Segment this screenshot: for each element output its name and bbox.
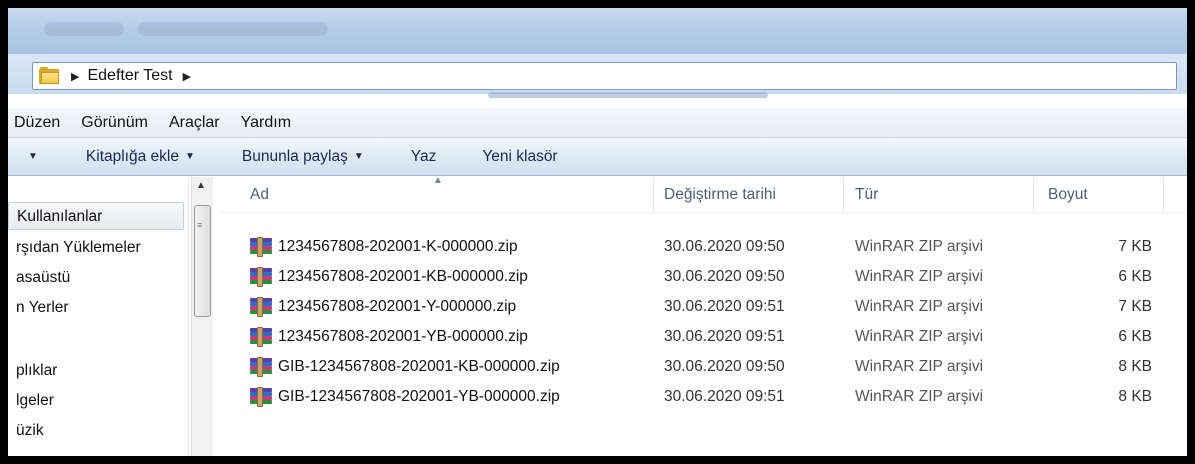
- nav-item-recent[interactable]: n Yerler: [16, 299, 69, 317]
- file-row[interactable]: 1234567808-202001-Y-000000.zip 30.06.202…: [218, 292, 1187, 322]
- file-size: 6 KB: [1118, 268, 1152, 285]
- chevron-down-icon: ▼: [184, 151, 195, 162]
- navigation-pane: Kullanılanlar rşıdan Yüklemeler asaüstü …: [8, 177, 189, 456]
- file-size: 6 KB: [1118, 328, 1152, 345]
- column-name[interactable]: Ad: [218, 177, 654, 213]
- file-size: 8 KB: [1118, 358, 1152, 375]
- menu-bar: Düzen Görünüm Araçlar Yardım: [8, 108, 1187, 138]
- file-size: 7 KB: [1118, 298, 1152, 315]
- column-size[interactable]: Boyut: [1034, 177, 1164, 213]
- file-date: 30.06.2020 09:51: [664, 298, 785, 315]
- address-box[interactable]: ▶ Edefter Test ▶: [32, 62, 1177, 90]
- nav-item-documents[interactable]: lgeler: [16, 392, 54, 410]
- share-with-label: Bununla paylaş: [241, 147, 348, 165]
- file-size: 7 KB: [1118, 238, 1152, 255]
- nav-item-desktop[interactable]: asaüstü: [16, 269, 70, 287]
- file-type: WinRAR ZIP arşivi: [855, 298, 984, 315]
- file-type: WinRAR ZIP arşivi: [855, 268, 984, 285]
- file-date: 30.06.2020 09:51: [664, 388, 785, 405]
- column-header-row: ▲ Ad Değiştirme tarihi Tür Boyut: [218, 175, 1187, 213]
- menu-help[interactable]: Yardım: [241, 114, 291, 132]
- chevron-down-icon: ▼: [28, 151, 38, 162]
- column-type[interactable]: Tür: [844, 177, 1034, 213]
- scrollbar-grip-icon: ≡: [197, 220, 203, 230]
- explorer-window: ▶ Edefter Test ▶ Düzen Görünüm Araçlar Y…: [6, 6, 1189, 458]
- winrar-archive-icon: [250, 237, 272, 257]
- file-date: 30.06.2020 09:50: [664, 268, 785, 285]
- nav-item-downloads[interactable]: rşıdan Yüklemeler: [16, 239, 141, 257]
- file-name: 1234567808-202001-YB-000000.zip: [278, 328, 528, 345]
- share-with-button[interactable]: Bununla paylaş ▼: [242, 148, 364, 166]
- organize-dropdown[interactable]: ▼: [22, 151, 38, 162]
- winrar-archive-icon: [250, 387, 272, 407]
- file-list: ▲ Ad Değiştirme tarihi Tür Boyut 1234567…: [218, 175, 1187, 456]
- breadcrumb-chevron-icon[interactable]: ▶: [183, 70, 191, 83]
- add-to-library-label: Kitaplığa ekle: [85, 147, 179, 165]
- scroll-up-arrow-icon[interactable]: ▲: [196, 180, 206, 191]
- file-name: GIB-1234567808-202001-YB-000000.zip: [278, 388, 560, 405]
- menu-edit[interactable]: Düzen: [14, 114, 60, 132]
- file-type: WinRAR ZIP arşivi: [855, 358, 984, 375]
- breadcrumb-edefter-test[interactable]: Edefter Test: [87, 67, 172, 85]
- file-date: 30.06.2020 09:50: [664, 358, 785, 375]
- winrar-archive-icon: [250, 297, 272, 317]
- winrar-archive-icon: [250, 327, 272, 347]
- address-bar: ▶ Edefter Test ▶: [8, 54, 1187, 98]
- file-row[interactable]: 1234567808-202001-YB-000000.zip 30.06.20…: [218, 322, 1187, 352]
- chevron-down-icon: ▼: [353, 151, 364, 162]
- nav-scrollbar[interactable]: ▲ ≡: [191, 177, 213, 456]
- file-row[interactable]: GIB-1234567808-202001-YB-000000.zip 30.0…: [218, 382, 1187, 412]
- title-bar: [8, 8, 1187, 54]
- file-row[interactable]: 1234567808-202001-KB-000000.zip 30.06.20…: [218, 262, 1187, 292]
- column-modified[interactable]: Değiştirme tarihi: [654, 177, 844, 213]
- file-size: 8 KB: [1118, 388, 1152, 405]
- folder-icon: [39, 67, 61, 85]
- new-folder-button[interactable]: Yeni klasör: [482, 148, 557, 166]
- file-row[interactable]: GIB-1234567808-202001-KB-000000.zip 30.0…: [218, 352, 1187, 382]
- winrar-archive-icon: [250, 357, 272, 377]
- file-date: 30.06.2020 09:50: [664, 238, 785, 255]
- blurred-title-text: [44, 22, 124, 36]
- nav-item-music[interactable]: üzik: [16, 422, 44, 440]
- file-date: 30.06.2020 09:51: [664, 328, 785, 345]
- nav-item-recent-places[interactable]: Kullanılanlar: [8, 202, 184, 230]
- blurred-search-text: [488, 92, 768, 98]
- file-row[interactable]: 1234567808-202001-K-000000.zip 30.06.202…: [218, 232, 1187, 262]
- file-name: 1234567808-202001-K-000000.zip: [278, 238, 518, 255]
- file-name: GIB-1234567808-202001-KB-000000.zip: [278, 358, 560, 375]
- file-type: WinRAR ZIP arşivi: [855, 328, 984, 345]
- burn-button[interactable]: Yaz: [411, 148, 437, 166]
- menu-view[interactable]: Görünüm: [81, 114, 148, 132]
- winrar-archive-icon: [250, 267, 272, 287]
- breadcrumb-separator-icon[interactable]: ▶: [71, 70, 79, 83]
- nav-item-libraries[interactable]: plıklar: [16, 362, 57, 380]
- file-name: 1234567808-202001-Y-000000.zip: [278, 298, 517, 315]
- blurred-title-text: [138, 22, 328, 36]
- file-type: WinRAR ZIP arşivi: [855, 238, 984, 255]
- file-name: 1234567808-202001-KB-000000.zip: [278, 268, 528, 285]
- file-type: WinRAR ZIP arşivi: [855, 388, 984, 405]
- command-bar: ▼ Kitaplığa ekle ▼ Bununla paylaş ▼ Yaz …: [8, 138, 1187, 176]
- screenshot-frame: ▶ Edefter Test ▶ Düzen Görünüm Araçlar Y…: [0, 0, 1195, 464]
- menu-tools[interactable]: Araçlar: [169, 114, 220, 132]
- add-to-library-button[interactable]: Kitaplığa ekle ▼: [86, 148, 195, 166]
